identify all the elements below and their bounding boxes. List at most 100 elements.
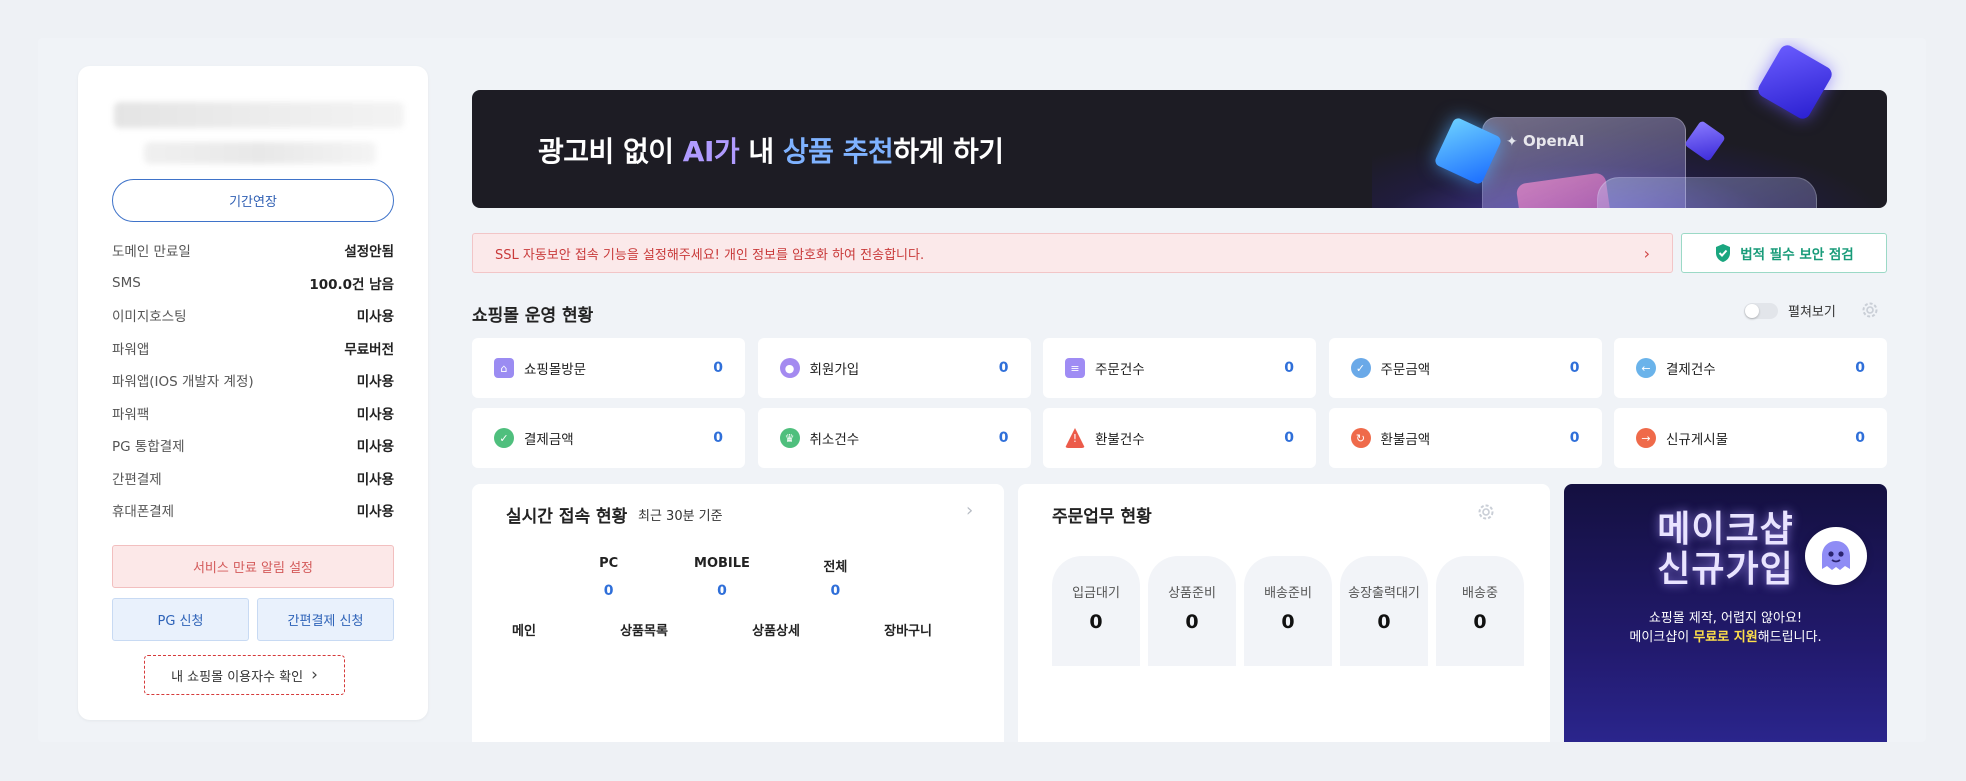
ops-stat-label: 주문금액: [1380, 362, 1431, 378]
pg-apply-button[interactable]: PG 신청: [112, 598, 249, 641]
realtime-page-header: 상품상세: [752, 624, 800, 639]
ops-stat-label: 회원가입: [809, 362, 860, 378]
realtime-page-header: 상품목록: [620, 624, 668, 639]
account-sidebar: 기간연장 도메인 만료일 설정안됨 SMS 100.0건 남음 이미지호스팅 미사용 파워앱…: [78, 66, 428, 720]
order-status-pill[interactable]: 입금대기 0: [1052, 556, 1140, 666]
banner-text-recommend: 상품 추천: [782, 135, 894, 168]
realtime-page-header: 메인: [512, 624, 536, 639]
order-status-pill[interactable]: 배송준비 0: [1244, 556, 1332, 666]
ops-stat-value: 0: [1284, 360, 1294, 376]
service-info-row: SMS 100.0건 남음: [112, 267, 394, 300]
ops-stat-card[interactable]: ⌂ 쇼핑몰방문 0: [472, 338, 745, 398]
ops-stat-card[interactable]: ✓ 결제금액 0: [472, 408, 745, 468]
openai-logo-icon: ✦: [1506, 134, 1518, 150]
service-info-value: 무료버전: [344, 341, 394, 358]
blurred-shop-name: [114, 102, 404, 128]
ops-stat-value: 0: [1855, 430, 1865, 446]
list-icon: ≡: [1065, 358, 1085, 378]
ops-stat-cards: ⌂ 쇼핑몰방문 0 ● 회원가입 0 ≡ 주문건수 0 ✓ 주문금액 0 ← 결제건수 0 ✓ 결제금액 0 ♛ 취소…: [472, 338, 1887, 468]
service-info-row: PG 통합결제 미사용: [112, 429, 394, 462]
realtime-col-header: PC: [599, 556, 619, 571]
unfold-label: 펼쳐보기: [1788, 305, 1836, 320]
order-status-pill[interactable]: 송장출력대기 0: [1340, 556, 1428, 666]
order-status-count: 0: [1473, 611, 1487, 633]
ai-recommend-banner[interactable]: ✦ OpenAI 광고비 없이 AI가 내 상품 추천하게 하기: [472, 90, 1887, 208]
gear-icon[interactable]: [1860, 300, 1880, 320]
extend-period-button[interactable]: 기간연장: [112, 179, 394, 222]
service-info-row: 파워팩 미사용: [112, 397, 394, 430]
security-check-label: 법적 필수 보안 점검: [1740, 247, 1854, 263]
shop-user-count-link[interactable]: 내 쇼핑몰 이용자수 확인 ›: [144, 655, 345, 695]
chatbot-ghost-icon: [1822, 541, 1850, 570]
service-info-value: 미사용: [356, 439, 394, 456]
realtime-counts: PC MOBILE 전체 0 0 0: [552, 556, 892, 599]
ops-stat-label: 결제건수: [1666, 362, 1716, 378]
gear-icon[interactable]: [1476, 502, 1496, 522]
unfold-toggle[interactable]: 펼쳐보기: [1744, 301, 1836, 320]
warning-icon: !: [1065, 428, 1085, 448]
realtime-title: 실시간 접속 현황: [506, 507, 628, 527]
order-status-label: 상품준비: [1168, 586, 1216, 601]
order-status-label: 송장출력대기: [1348, 586, 1420, 601]
ops-stat-value: 0: [713, 430, 723, 446]
promo-sub-part: 메이크샵이: [1629, 629, 1694, 645]
ops-stat-card[interactable]: ← 결제건수 0: [1614, 338, 1887, 398]
order-status-pill[interactable]: 상품준비 0: [1148, 556, 1236, 666]
service-info-key: 이미지호스팅: [112, 309, 187, 326]
order-status-count: 0: [1089, 611, 1103, 633]
ops-stat-label: 취소건수: [809, 432, 860, 448]
realtime-col-header: 전체: [823, 560, 848, 575]
chevron-right-icon: ›: [311, 665, 318, 685]
order-status-count: 0: [1377, 611, 1391, 633]
home-icon: ⌂: [494, 358, 514, 378]
service-info-key: PG 통합결제: [112, 439, 185, 456]
ops-stat-card[interactable]: ≡ 주문건수 0: [1043, 338, 1316, 398]
ops-stat-value: 0: [1284, 430, 1294, 446]
order-status-count: 0: [1281, 611, 1295, 633]
ssl-notice-bar[interactable]: SSL 자동보안 접속 기능을 설정해주세요! 개인 정보를 암호화 하여 전송…: [472, 233, 1673, 273]
makeshop-signup-promo[interactable]: 메이크샵 신규가입 쇼핑몰 제작, 어렵지 않아요! 메이크샵이 무료로 지원해…: [1564, 484, 1887, 742]
chatbot-button[interactable]: [1805, 527, 1867, 585]
arrow-left-circle-icon: ←: [1636, 358, 1656, 378]
ops-stat-card[interactable]: → 신규게시물 0: [1614, 408, 1887, 468]
service-info-key: 간편결제: [112, 471, 162, 488]
promo-sub-part: 해드립니다.: [1757, 629, 1822, 645]
ops-stat-card[interactable]: ↻ 환불금액 0: [1328, 408, 1602, 468]
promo-sub-line2: 메이크샵이 무료로 지원해드립니다.: [1564, 629, 1887, 648]
chevron-right-icon[interactable]: ›: [966, 500, 973, 521]
promo-sub-highlight: 무료로 지원: [1693, 629, 1758, 645]
shield-check-icon: [1716, 244, 1731, 262]
realtime-access-panel: 실시간 접속 현황 최근 30분 기준 › PC MOBILE 전체 0 0 0…: [472, 484, 1004, 742]
service-info-key: 파워앱(IOS 개발자 계정): [112, 374, 254, 391]
ops-stat-label: 쇼핑몰방문: [524, 362, 587, 378]
ops-stat-card[interactable]: ● 회원가입 0: [757, 338, 1031, 398]
ops-stat-card[interactable]: ✓ 주문금액 0: [1328, 338, 1602, 398]
openai-label: ✦ OpenAI: [1506, 132, 1585, 150]
service-info-value: 미사용: [356, 309, 394, 326]
glass-card-graphic: [1597, 177, 1817, 208]
refresh-icon: ↻: [1350, 428, 1371, 448]
service-info-value: 미사용: [356, 406, 394, 423]
banner-text-suffix: 하게 하기: [893, 135, 1004, 168]
easy-pay-apply-button[interactable]: 간편결제 신청: [257, 598, 394, 641]
arrow-right-circle-icon: →: [1636, 428, 1656, 448]
ssl-message: SSL 자동보안 접속 기능을 설정해주세요! 개인 정보를 암호화 하여 전송…: [495, 247, 925, 263]
security-check-button[interactable]: 법적 필수 보안 점검: [1681, 233, 1887, 273]
expiry-alert-setting-button[interactable]: 서비스 만료 알림 설정: [112, 545, 394, 588]
ops-stat-card[interactable]: ! 환불건수 0: [1043, 408, 1316, 468]
unfold-switch[interactable]: [1744, 302, 1778, 319]
service-info-value: 미사용: [356, 504, 394, 521]
service-info-key: 휴대폰결제: [112, 504, 175, 521]
ops-stat-card[interactable]: ♛ 취소건수 0: [757, 408, 1031, 468]
service-info-value: 미사용: [356, 471, 394, 488]
realtime-page-row: 메인 상품목록 상품상세 장바구니: [512, 620, 932, 639]
order-work-title: 주문업무 현황: [1052, 507, 1152, 527]
realtime-col-value: 0: [830, 583, 841, 599]
openai-text: OpenAI: [1522, 132, 1585, 150]
service-info-key: 도메인 만료일: [112, 244, 191, 261]
ops-stat-label: 결제금액: [524, 432, 574, 448]
order-work-panel: 주문업무 현황 입금대기 0 상품준비 0 배송준비 0 송장출력대기 0 배송중 0: [1018, 484, 1550, 742]
service-info-key: 파워팩: [112, 406, 150, 423]
order-status-pill[interactable]: 배송중 0: [1436, 556, 1524, 666]
realtime-col-header: MOBILE: [694, 556, 750, 571]
